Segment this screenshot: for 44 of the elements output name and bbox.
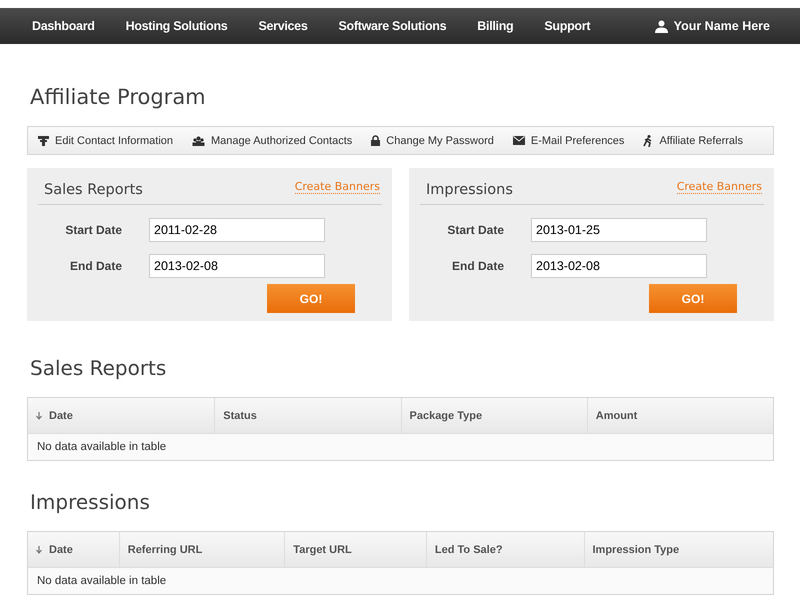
sort-arrow-icon <box>36 412 42 420</box>
column-header[interactable]: Date <box>28 532 119 567</box>
sub-nav-link[interactable]: Change My Password <box>371 134 494 146</box>
panel-title: Impressions <box>426 182 513 198</box>
nav-link[interactable]: Support <box>544 19 590 33</box>
panel-title: Sales Reports <box>44 182 143 198</box>
section-title: Impressions <box>30 489 151 515</box>
user-menu[interactable]: Your Name Here <box>654 19 784 33</box>
sub-nav-link[interactable]: E-Mail Preferences <box>512 134 624 146</box>
sub-nav-link[interactable]: Edit Contact Information <box>38 134 174 146</box>
column-header[interactable]: Referring URL <box>118 532 284 567</box>
column-header[interactable]: Impression Type <box>584 532 773 567</box>
column-header[interactable]: Target URL <box>284 532 426 567</box>
field-label: Start Date <box>446 223 504 237</box>
sort-arrow-icon <box>36 546 42 554</box>
column-header[interactable]: Amount <box>586 398 773 433</box>
lock-icon <box>371 135 380 146</box>
date-field[interactable]: 2013-02-08 <box>149 254 325 278</box>
date-field[interactable]: 2011-02-28 <box>149 218 325 242</box>
empty-table-message: No data available in table <box>28 568 773 594</box>
user-icon <box>654 20 668 32</box>
column-header[interactable]: Status <box>214 398 400 433</box>
nav-link[interactable]: Billing <box>477 19 514 33</box>
column-header[interactable]: Led To Sale? <box>426 532 584 567</box>
nav-link[interactable]: Software Solutions <box>338 19 446 33</box>
page-title: Affiliate Program <box>30 84 207 110</box>
people-icon <box>192 136 206 146</box>
sub-nav-link[interactable]: Affiliate Referrals <box>643 134 743 146</box>
field-label: Start Date <box>64 223 122 237</box>
field-label: End Date <box>68 259 122 273</box>
nav-link[interactable]: Services <box>258 19 308 33</box>
column-header[interactable]: Package Type <box>400 398 587 433</box>
mail-icon <box>512 136 525 145</box>
runner-icon <box>643 134 654 146</box>
column-header[interactable]: Date <box>28 398 214 433</box>
nav-link[interactable]: Dashboard <box>32 19 95 33</box>
section-title: Sales Reports <box>30 355 168 381</box>
field-label: End Date <box>450 259 504 273</box>
date-field[interactable]: 2013-01-25 <box>531 218 707 242</box>
date-field[interactable]: 2013-02-08 <box>531 254 707 278</box>
signpost-icon <box>38 135 49 146</box>
sub-nav-link[interactable]: Manage Authorized Contacts <box>192 134 352 146</box>
empty-table-message: No data available in table <box>28 434 773 460</box>
nav-link[interactable]: Hosting Solutions <box>126 19 228 33</box>
